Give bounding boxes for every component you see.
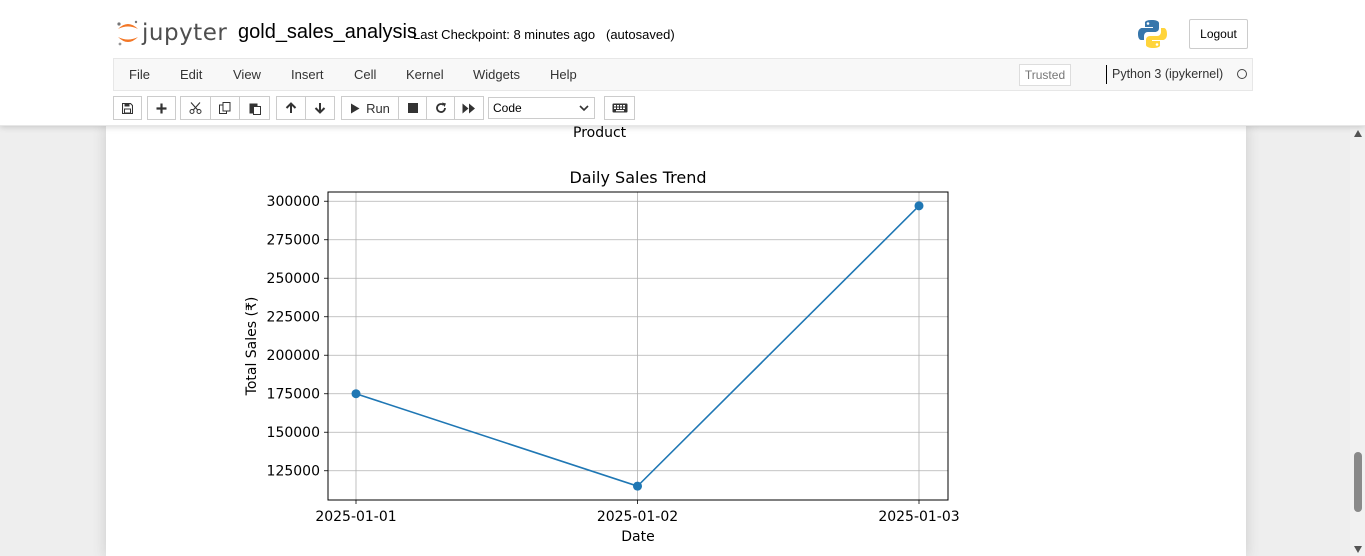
checkpoint-status: Last Checkpoint: 8 minutes ago — [413, 27, 596, 42]
menu-help[interactable]: Help — [550, 67, 577, 82]
daily-sales-chart: 125000 150000 175000 200000 225000 250000 2750… — [244, 168, 960, 545]
toolbar: Run Code — [113, 96, 1253, 122]
page-scrollbar[interactable] — [1350, 126, 1365, 556]
plot-area — [327, 191, 949, 501]
chevron-down-icon — [579, 105, 589, 112]
restart-button[interactable] — [426, 96, 455, 120]
restart-run-all-button[interactable] — [454, 96, 484, 120]
x-axis-label: Date — [621, 529, 654, 545]
x-tick-label: 2025-01-01 — [315, 509, 396, 525]
kernel-name[interactable]: Python 3 (ipykernel) — [1112, 67, 1223, 81]
data-point — [633, 481, 642, 491]
stop-icon — [407, 103, 418, 113]
copy-icon — [219, 102, 231, 114]
trusted-indicator[interactable]: Trusted — [1019, 64, 1071, 86]
data-point — [351, 389, 361, 399]
plus-icon — [156, 103, 167, 113]
menu-cell[interactable]: Cell — [354, 67, 376, 82]
cut-icon — [189, 102, 202, 114]
paste-icon — [249, 103, 261, 115]
keyboard-icon — [612, 103, 627, 113]
menu-insert[interactable]: Insert — [291, 67, 324, 82]
jupyter-wordmark: jupyter — [142, 20, 228, 46]
y-tick-label: 275000 — [267, 233, 320, 249]
y-tick-label: 150000 — [267, 425, 320, 441]
notebook-header: jupyter gold_sales_analysis Last Checkpo… — [0, 0, 1365, 126]
fast-forward-icon — [462, 103, 475, 113]
arrow-down-icon — [314, 103, 326, 114]
y-tick-label: 175000 — [267, 387, 320, 403]
copy-button[interactable] — [210, 96, 240, 120]
kernel-separator — [1106, 65, 1107, 84]
y-tick-label: 300000 — [267, 194, 320, 210]
x-axis: 2025-01-01 2025-01-02 2025-01-03 — [315, 500, 960, 525]
move-up-button[interactable] — [276, 96, 306, 120]
command-palette-button[interactable] — [604, 96, 635, 120]
data-point — [914, 201, 924, 211]
run-button[interactable]: Run — [341, 96, 399, 120]
menu-edit[interactable]: Edit — [180, 67, 202, 82]
notebook-container: Product 125000 150000 175000 200000 225000 25… — [106, 125, 1246, 556]
x-tick-label: 2025-01-03 — [878, 509, 959, 525]
save-icon — [122, 102, 133, 114]
menu-view[interactable]: View — [233, 67, 261, 82]
interrupt-button[interactable] — [398, 96, 427, 120]
chart-grid — [328, 192, 948, 500]
menubar: File Edit View Insert Cell Kernel Widget… — [113, 58, 1253, 91]
jupyter-mark-icon — [116, 17, 140, 49]
move-down-button[interactable] — [305, 96, 335, 120]
arrow-up-icon — [285, 102, 297, 113]
paste-button[interactable] — [239, 96, 270, 120]
x-tick-label: 2025-01-02 — [597, 509, 678, 525]
menu-file[interactable]: File — [129, 67, 150, 82]
run-label: Run — [366, 100, 390, 116]
chart-title: Daily Sales Trend — [569, 168, 706, 187]
y-axis-label: Total Sales (₹) — [244, 297, 260, 397]
cell-type-select[interactable]: Code — [488, 97, 595, 119]
insert-cell-button[interactable] — [147, 96, 176, 120]
restart-icon — [435, 102, 446, 113]
y-axis: 125000 150000 175000 200000 225000 250000 2750… — [267, 194, 328, 480]
cell-type-value: Code — [493, 101, 522, 115]
kernel-idle-icon — [1237, 69, 1247, 79]
autosave-status: (autosaved) — [606, 27, 675, 42]
python-logo-icon — [1138, 19, 1167, 49]
scrollbar-thumb[interactable] — [1354, 452, 1362, 512]
y-tick-label: 250000 — [267, 271, 320, 287]
scroll-up-icon[interactable] — [1354, 130, 1362, 137]
save-button[interactable] — [113, 96, 142, 120]
jupyter-logo[interactable]: jupyter — [116, 17, 227, 49]
run-icon — [351, 103, 360, 113]
notebook-name[interactable]: gold_sales_analysis — [238, 21, 417, 44]
cut-button[interactable] — [180, 96, 211, 120]
y-tick-label: 125000 — [267, 464, 320, 480]
logout-button[interactable]: Logout — [1189, 19, 1248, 49]
y-tick-label: 225000 — [267, 310, 320, 326]
scroll-down-icon[interactable] — [1354, 546, 1362, 553]
menu-kernel[interactable]: Kernel — [406, 67, 444, 82]
menu-widgets[interactable]: Widgets — [473, 67, 520, 82]
y-tick-label: 200000 — [267, 348, 320, 364]
